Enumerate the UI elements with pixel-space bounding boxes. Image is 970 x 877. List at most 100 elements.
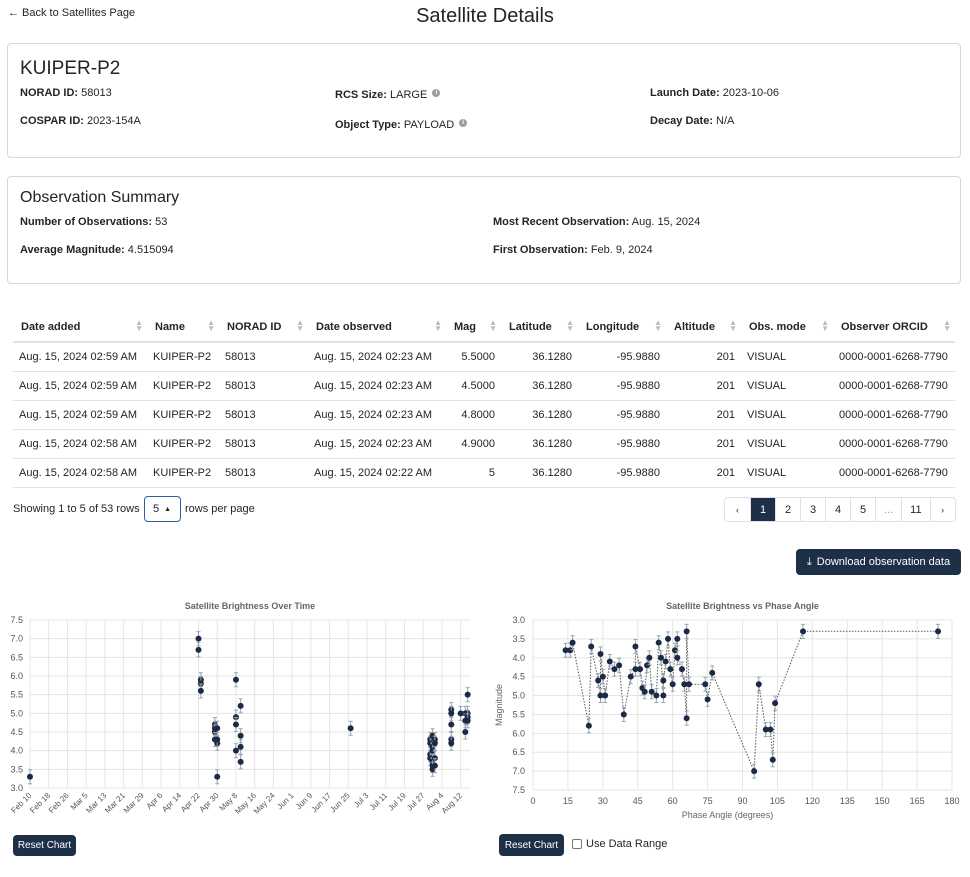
column-label: Altitude (674, 320, 715, 333)
column-label: Mag (454, 320, 476, 333)
table-cell: 0000-0001-6268-7790 (833, 429, 955, 459)
pagination-page-1[interactable]: 1 (750, 498, 775, 521)
y-tick-label: 3.0 (512, 615, 525, 625)
cospar-id-value: 2023-154A (87, 115, 141, 127)
data-point (585, 722, 592, 729)
x-tick-label: 30 (598, 796, 608, 806)
pagination-page-2[interactable]: 2 (775, 498, 800, 521)
x-tick-label: Jul 19 (386, 791, 408, 813)
pagination-prev-button[interactable]: ‹ (725, 498, 750, 521)
column-header-latitude[interactable]: Latitude ▲ ▼ (501, 312, 578, 343)
object-type-field: Object Type: PAYLOAD i (335, 119, 468, 131)
use-data-range-control[interactable]: Use Data Range (572, 838, 667, 850)
table-cell: VISUAL (741, 371, 833, 401)
data-point (658, 654, 665, 661)
data-point (464, 717, 471, 724)
brightness-vs-phase-angle-chart[interactable]: Satellite Brightness vs Phase Angle 3.0 3.… (490, 595, 965, 830)
data-point (462, 729, 469, 735)
column-header-name[interactable]: Name ▲ ▼ (147, 312, 219, 343)
norad-id-value: 58013 (81, 87, 112, 99)
data-point (195, 635, 202, 642)
reset-chart-button[interactable]: Reset Chart (13, 835, 76, 856)
y-tick-label: 6.0 (10, 671, 23, 681)
chart-title: Satellite Brightness vs Phase Angle (666, 601, 819, 611)
decay-date-value: N/A (716, 115, 735, 127)
cospar-id-field: COSPAR ID: 2023-154A (20, 115, 141, 127)
y-tick-label: 4.0 (512, 653, 525, 663)
y-axis-label: Magnitude (494, 684, 504, 726)
x-tick-label: 45 (633, 796, 643, 806)
y-tick-label: 4.5 (512, 672, 525, 682)
data-point (599, 673, 606, 680)
most-recent-observation-field: Most Recent Observation: Aug. 15, 2024 (493, 216, 700, 228)
table-cell: VISUAL (741, 429, 833, 459)
info-circle-icon[interactable]: i (459, 119, 468, 127)
data-point (602, 692, 609, 699)
page-title: Satellite Details (416, 5, 554, 27)
table-cell: 58013 (219, 400, 308, 430)
observations-table: Date added ▲ ▼ Name ▲ ▼ NORAD ID ▲ ▼ Date obse… (13, 312, 955, 488)
data-point (569, 639, 576, 646)
table-cell: 36.1280 (501, 400, 578, 430)
pagination-next-button[interactable]: › (929, 498, 955, 521)
table-cell: Aug. 15, 2024 02:23 AM (308, 400, 446, 430)
rcs-size-field: RCS Size: LARGE i (335, 89, 441, 101)
x-axis-label: Phase Angle (degrees) (682, 810, 774, 820)
table-cell: 4.9000 (446, 429, 501, 459)
sort-icon: ▲ ▼ (821, 318, 829, 333)
x-tick-label: Jun 1 (275, 791, 296, 812)
data-point (674, 654, 681, 661)
column-header-altitude[interactable]: Altitude ▲ ▼ (666, 312, 741, 343)
table-cell: 0000-0001-6268-7790 (833, 458, 955, 488)
pagination-page-5[interactable]: 5 (850, 498, 875, 521)
x-tick-label: 150 (875, 796, 890, 806)
table-cell: VISUAL (741, 342, 833, 372)
data-point (464, 691, 471, 698)
data-point (27, 773, 33, 780)
table-cell: KUIPER-P2 (147, 429, 219, 459)
x-tick-label: 15 (563, 796, 573, 806)
y-tick-label: 7.0 (10, 634, 23, 644)
rows-per-page-select[interactable]: 5 ▲ (144, 496, 181, 522)
column-label: Observer ORCID (841, 320, 928, 333)
column-label: NORAD ID (227, 320, 282, 333)
column-header-date-observed[interactable]: Date observed ▲ ▼ (308, 312, 446, 343)
norad-id-label: NORAD ID: (20, 87, 79, 99)
y-tick-label: 7.5 (10, 615, 23, 625)
column-header-longitude[interactable]: Longitude ▲ ▼ (578, 312, 666, 343)
pagination-page-11[interactable]: 11 (901, 498, 929, 521)
table-row: Aug. 15, 2024 02:58 AM KUIPER-P2 58013 Aug.… (13, 458, 955, 488)
data-point (772, 700, 779, 707)
x-tick-label: 180 (944, 796, 959, 806)
column-header-norad-id[interactable]: NORAD ID ▲ ▼ (219, 312, 308, 343)
brightness-over-time-chart[interactable]: Satellite Brightness Over Time 3.0 3.5 4.0 4… (0, 595, 480, 830)
use-data-range-checkbox[interactable] (572, 839, 582, 849)
column-header-observer-orcid[interactable]: Observer ORCID ▲ ▼ (833, 312, 955, 343)
table-row: Aug. 15, 2024 02:58 AM KUIPER-P2 58013 Aug.… (13, 429, 955, 459)
launch-date-label: Launch Date: (650, 87, 720, 99)
pagination-page-4[interactable]: 4 (825, 498, 850, 521)
pagination: ‹ 1 2 3 4 5 ... 11 › (724, 497, 956, 522)
table-cell: 4.5000 (446, 371, 501, 401)
observation-summary-title: Observation Summary (20, 189, 180, 206)
x-tick-label: Jul 27 (405, 791, 427, 813)
pagination-page-3[interactable]: 3 (800, 498, 825, 521)
reset-chart-button[interactable]: Reset Chart (499, 834, 564, 856)
column-header-obs-mode[interactable]: Obs. mode ▲ ▼ (741, 312, 833, 343)
first-observation-field: First Observation: Feb. 9, 2024 (493, 244, 653, 256)
download-observation-data-button[interactable]: ⤓ Download observation data (796, 549, 961, 575)
sort-icon: ▲ ▼ (207, 318, 215, 333)
table-cell: 201 (666, 458, 741, 488)
column-header-date-added[interactable]: Date added ▲ ▼ (13, 312, 147, 343)
decay-date-label: Decay Date: (650, 115, 713, 127)
data-point (606, 658, 613, 665)
data-point (709, 669, 716, 676)
column-header-mag[interactable]: Mag ▲ ▼ (446, 312, 501, 343)
data-point (685, 681, 692, 688)
info-circle-icon[interactable]: i (432, 89, 441, 97)
x-tick-label: Apr 22 (179, 791, 202, 814)
average-magnitude-label: Average Magnitude: (20, 244, 125, 256)
table-cell: Aug. 15, 2024 02:59 AM (13, 371, 147, 401)
chart-title: Satellite Brightness Over Time (185, 601, 315, 611)
data-point (595, 677, 602, 684)
